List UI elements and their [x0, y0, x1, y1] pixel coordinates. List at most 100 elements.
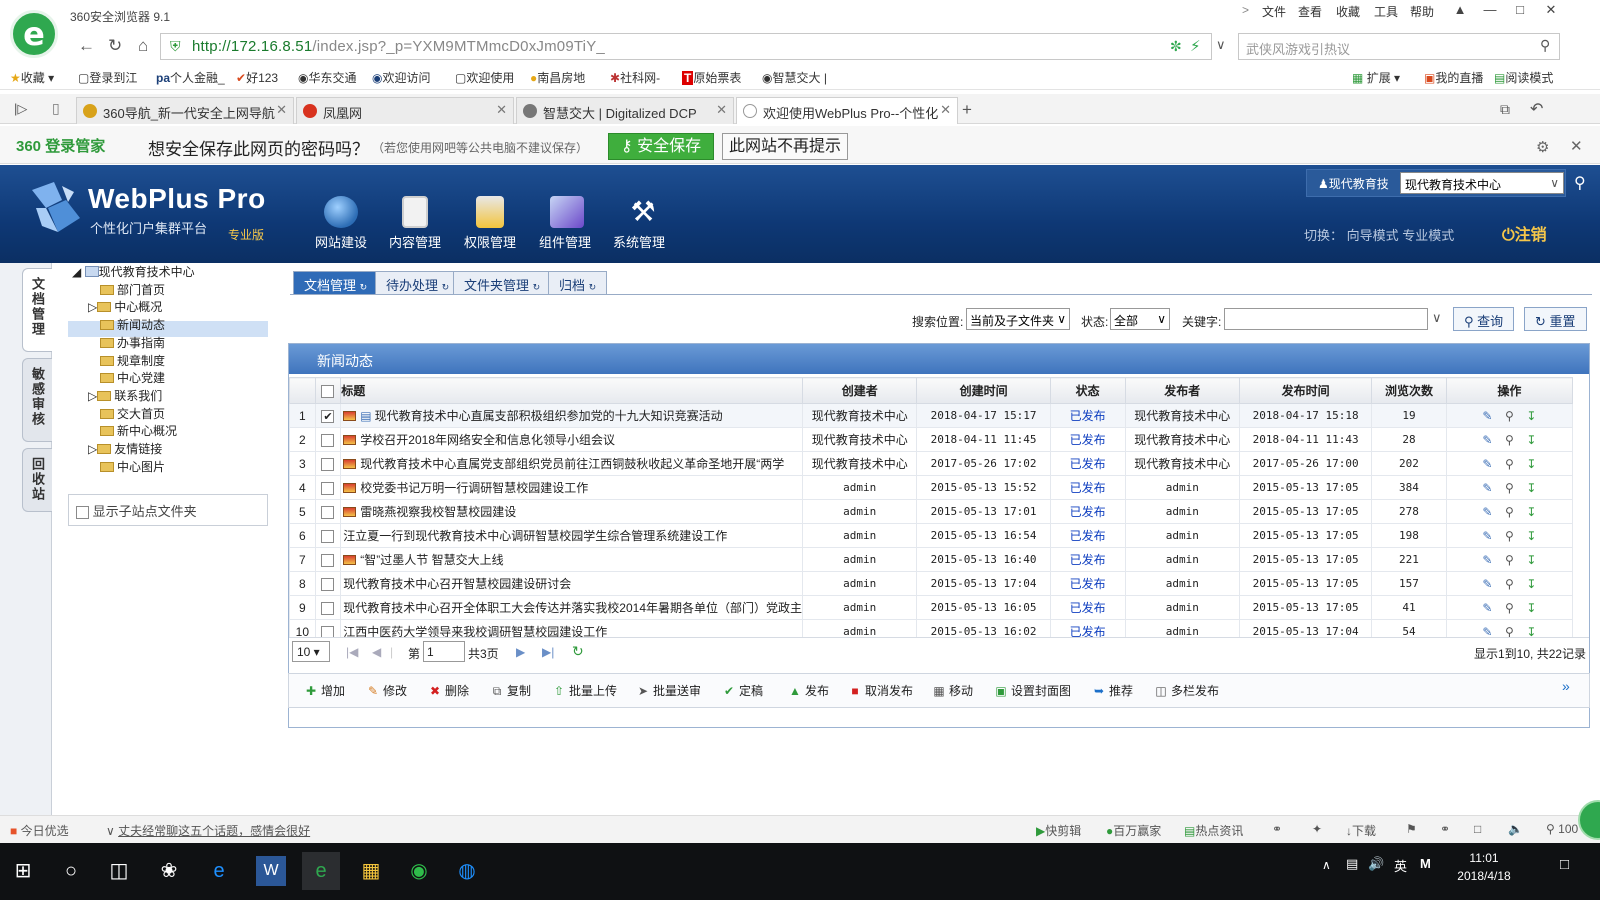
news-ticker[interactable]: ∨ 丈夫经常聊这五个话题，感情会很好 — [106, 822, 310, 839]
header-search-icon[interactable]: ⚲ — [1574, 173, 1586, 193]
row-checkbox-cell[interactable] — [314, 571, 342, 596]
close-tab-icon[interactable]: ✕ — [940, 102, 951, 118]
page-size-select[interactable]: 10 ▾ — [292, 641, 330, 662]
back-icon[interactable]: ← — [78, 36, 95, 56]
prev-page-icon[interactable]: ◀ — [372, 645, 381, 659]
windows-start-icon[interactable]: ⊞ — [4, 852, 42, 890]
tree-item[interactable]: 办事指南 — [100, 334, 165, 351]
live-button[interactable]: ▣我的直播 — [1424, 69, 1483, 86]
quick-clip[interactable]: ▶快剪辑 — [1036, 822, 1081, 839]
module-content[interactable]: 内容管理 — [380, 232, 450, 251]
refresh-tab-icon[interactable]: ↻ — [589, 282, 597, 292]
mode-switch[interactable]: 切换： 向导模式 专业模式 — [1304, 225, 1454, 244]
row-title-cell[interactable]: ▤ 现代教育技术中心直属支部积极组织参加党的十九大知识竞赛活动 — [340, 403, 803, 428]
set-cover-button[interactable]: ▣ 设置封面图 — [994, 682, 1071, 699]
download-doc-icon[interactable]: ↧ — [1524, 481, 1538, 495]
menu-tools[interactable]: 工具 — [1374, 3, 1398, 20]
bookmark-item[interactable]: pa个人金融_ — [156, 69, 225, 86]
window-icon[interactable]: □ — [1474, 822, 1481, 836]
skin-icon[interactable]: ▲ — [1447, 2, 1473, 22]
bookmark-favorites[interactable]: ★收藏 ▾ — [10, 69, 54, 86]
table-row[interactable]: 4 校党委书记万明一行调研智慧校园建设工作 admin 2015-05-13 15:5… — [289, 475, 1574, 500]
globe-icon[interactable] — [324, 196, 358, 228]
edit-doc-icon[interactable]: ✎ — [1480, 409, 1494, 423]
row-title-cell[interactable]: 校党委书记万明一行调研智慧校园建设工作 — [340, 475, 803, 500]
col-publisher[interactable]: 发布者 — [1124, 377, 1241, 404]
row-title-cell[interactable]: 汪立夏一行到现代教育技术中心调研智慧校园学生综合管理系统建设工作 — [340, 523, 803, 548]
tree-item[interactable]: ▷ 中心概况 — [88, 298, 162, 315]
close-tab-icon[interactable]: ✕ — [496, 102, 507, 118]
volume-icon[interactable]: 🔊 — [1368, 856, 1384, 872]
batch-review-button[interactable]: ➤ 批量送审 — [636, 682, 701, 699]
col-created[interactable]: 创建时间 — [916, 377, 1051, 404]
checkbox[interactable] — [76, 506, 89, 520]
row-title-cell[interactable]: “智”过墨人节 智慧交大上线 — [340, 547, 803, 572]
row-title-cell[interactable]: 现代教育技术中心召开全体职工大会传达并落实我校2014年暑期各单位（部门）党政主 — [340, 595, 803, 620]
download-doc-icon[interactable]: ↧ — [1524, 529, 1538, 543]
download-doc-icon[interactable]: ↧ — [1524, 505, 1538, 519]
ie-icon[interactable]: e — [200, 852, 238, 890]
row-title[interactable]: “智”过墨人节 智慧交大上线 — [360, 553, 503, 567]
bookmark-item[interactable]: ▢欢迎使用 — [455, 69, 514, 86]
row-checkbox-cell[interactable] — [314, 475, 342, 500]
tools-icon[interactable]: ⚒ — [626, 196, 660, 228]
table-row[interactable]: 6 汪立夏一行到现代教育技术中心调研智慧校园学生综合管理系统建设工作 admin 20… — [289, 523, 1574, 548]
table-row[interactable]: 3 现代教育技术中心直属党支部组织党员前往江西铜鼓秋收起义革命圣地开展“两学 现代教… — [289, 451, 1574, 476]
notification-icon[interactable]: □ — [1560, 856, 1569, 873]
row-status[interactable]: 已发布 — [1049, 499, 1126, 524]
tree-item[interactable]: 规章制度 — [100, 352, 165, 369]
row-checkbox-cell[interactable] — [314, 523, 342, 548]
url-dropdown-icon[interactable]: ∨ — [1216, 37, 1226, 53]
row-title-cell[interactable]: 现代教育技术中心召开智慧校园建设研讨会 — [340, 571, 803, 596]
col-creator[interactable]: 创建者 — [801, 377, 918, 404]
close-prompt-icon[interactable]: ✕ — [1570, 137, 1583, 155]
row-checkbox-cell[interactable] — [314, 547, 342, 572]
menu-help[interactable]: 帮助 — [1410, 3, 1434, 20]
component-icon[interactable] — [550, 196, 584, 228]
zoom-level[interactable]: ⚲ 100 — [1546, 822, 1578, 836]
speed-mode-icon[interactable]: ⚡ — [1190, 37, 1201, 55]
download-doc-icon[interactable]: ↧ — [1524, 433, 1538, 447]
last-page-icon[interactable]: ▶| — [542, 645, 554, 659]
edit-doc-icon[interactable]: ✎ — [1480, 433, 1494, 447]
pin-icon[interactable]: ✦ — [1312, 822, 1322, 836]
row-status[interactable]: 已发布 — [1049, 403, 1126, 428]
download-button[interactable]: ↓下载 — [1346, 822, 1376, 839]
first-page-icon[interactable]: |◀ — [346, 645, 358, 659]
move-button[interactable]: ▦ 移动 — [932, 682, 973, 699]
add-button[interactable]: ✚ 增加 — [304, 682, 345, 699]
batch-upload-button[interactable]: ⇧ 批量上传 — [552, 682, 617, 699]
tree-item-selected[interactable]: 新闻动态 — [100, 316, 165, 333]
multi-publish-button[interactable]: ◫ 多栏发布 — [1154, 682, 1219, 699]
keyword-input[interactable] — [1224, 308, 1428, 330]
sidebar-toggle-icon[interactable]: |▷ — [14, 101, 27, 117]
new-tab-button[interactable]: + — [962, 100, 972, 120]
row-title[interactable]: 雷晓燕视察我校智慧校园建设 — [360, 505, 516, 519]
download-doc-icon[interactable]: ↧ — [1524, 577, 1538, 591]
menu-file[interactable]: 文件 — [1262, 3, 1286, 20]
row-checkbox[interactable] — [321, 457, 335, 471]
minimize-button[interactable]: — — [1477, 2, 1503, 22]
site-select[interactable]: 现代教育技术中心 ∨ — [1400, 172, 1564, 194]
page-icon[interactable]: ▯ — [52, 100, 60, 117]
edit-doc-icon[interactable]: ✎ — [1480, 481, 1494, 495]
row-checkbox[interactable] — [321, 577, 335, 591]
side-tab-docs[interactable]: 文档管理 — [22, 268, 52, 352]
module-permission[interactable]: 权限管理 — [455, 232, 525, 251]
save-password-button[interactable]: ⚷ 安全保存 — [608, 133, 714, 160]
tree-item[interactable]: 新中心概况 — [100, 422, 177, 439]
close-window-button[interactable]: ✕ — [1538, 2, 1564, 22]
cortana-icon[interactable]: ○ — [52, 852, 90, 890]
browser-logo-icon[interactable]: e — [10, 10, 58, 58]
task-view-icon[interactable]: ◫ — [100, 852, 138, 890]
more-actions-icon[interactable]: » — [1562, 678, 1570, 694]
tab-webplus[interactable]: 欢迎使用WebPlus Pro--个性化 ✕ — [736, 97, 958, 124]
row-status[interactable]: 已发布 — [1049, 547, 1126, 572]
row-checkbox[interactable] — [321, 601, 335, 615]
tab-360-nav[interactable]: 360导航_新一代安全上网导航 ✕ — [76, 97, 294, 124]
select-all-checkbox[interactable] — [321, 384, 335, 398]
compat-mode-icon[interactable]: ✼ — [1170, 38, 1182, 55]
row-status[interactable]: 已发布 — [1049, 595, 1126, 620]
tab-folder-manage[interactable]: 文件夹管理 ↻ — [453, 271, 552, 295]
table-row[interactable]: 7 “智”过墨人节 智慧交大上线 admin 2015-05-13 16:40 已发布 a… — [289, 547, 1574, 572]
